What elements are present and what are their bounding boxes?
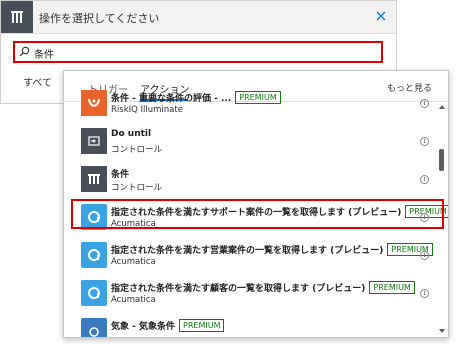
action-name: 条件 xyxy=(111,170,130,180)
acumatica-icon xyxy=(81,280,107,306)
action-list-panel: トリガー アクション もっと見る 条件 - 重要な条件の評価 - ... PREM… xyxy=(63,70,449,338)
connector-name: Acumatica xyxy=(111,295,156,305)
dialog-header: 操作を選択してください xyxy=(1,1,396,34)
close-icon[interactable] xyxy=(374,9,388,23)
search-value: 条件 xyxy=(34,50,54,61)
scroll-up-arrow-icon[interactable] xyxy=(439,105,445,109)
acumatica-icon xyxy=(81,242,107,268)
list-item[interactable]: 指定された条件を満たす顧客の一覧を取得します (プレビュー) PREMIUM Ac… xyxy=(78,277,429,313)
info-icon[interactable]: i xyxy=(420,251,429,260)
dialog-title: 操作を選択してください xyxy=(39,12,160,25)
connector-name: コントロール xyxy=(111,145,163,155)
action-name: Do until xyxy=(111,129,152,139)
action-name: 気象 - 気象条件 PREMIUM xyxy=(111,319,225,332)
connector-name: Acumatica xyxy=(111,257,156,267)
info-icon[interactable]: i xyxy=(420,175,429,184)
tab-all[interactable]: すべて xyxy=(23,74,52,89)
action-name: 条件 - 重要な条件の評価 - ... PREMIUM xyxy=(111,91,281,104)
list-item-condition[interactable]: 条件 コントロール i xyxy=(78,163,429,199)
search-input[interactable]: 条件 xyxy=(13,41,383,63)
connector-name: コントロール xyxy=(111,183,163,193)
connector-name: Acumatica xyxy=(111,219,156,229)
info-icon[interactable]: i xyxy=(420,213,429,222)
premium-badge: PREMIUM xyxy=(369,281,415,294)
condition-icon xyxy=(81,166,107,192)
list-item[interactable]: 指定された条件を満たす営業案件の一覧を取得します (プレビュー) PREMIUM … xyxy=(78,239,433,275)
info-icon[interactable]: i xyxy=(420,289,429,298)
info-icon[interactable]: i xyxy=(420,137,429,146)
list-item[interactable]: 条件 - 重要な条件の評価 - ... PREMIUM RiskIQ Illumi… xyxy=(78,87,429,123)
search-icon xyxy=(19,46,30,57)
action-name: 指定された条件を満たす顧客の一覧を取得します (プレビュー) PREMIUM xyxy=(111,281,415,294)
loop-icon xyxy=(81,128,107,154)
scrollbar[interactable] xyxy=(438,105,446,333)
list-item[interactable]: 指定された条件を満たすサポート案件の一覧を取得します (プレビュー) PREMIU… xyxy=(78,201,448,237)
premium-badge: PREMIUM xyxy=(235,91,281,104)
condition-icon xyxy=(1,1,33,33)
premium-badge: PREMIUM xyxy=(179,319,225,332)
action-name: 指定された条件を満たすサポート案件の一覧を取得します (プレビュー) PREMIU… xyxy=(111,205,448,218)
acumatica-icon xyxy=(81,204,107,230)
riskiq-icon xyxy=(81,90,107,116)
connector-name: RiskIQ Illuminate xyxy=(111,105,183,115)
action-list: 条件 - 重要な条件の評価 - ... PREMIUM RiskIQ Illumi… xyxy=(64,90,448,337)
weather-icon xyxy=(81,318,107,337)
scroll-down-arrow-icon[interactable] xyxy=(439,329,445,333)
list-item[interactable]: Do until コントロール i xyxy=(78,125,429,161)
action-name: 指定された条件を満たす営業案件の一覧を取得します (プレビュー) PREMIUM xyxy=(111,243,433,256)
scroll-thumb[interactable] xyxy=(439,149,444,171)
list-item[interactable]: 気象 - 気象条件 PREMIUM xyxy=(78,315,428,337)
info-icon[interactable]: i xyxy=(420,99,429,108)
